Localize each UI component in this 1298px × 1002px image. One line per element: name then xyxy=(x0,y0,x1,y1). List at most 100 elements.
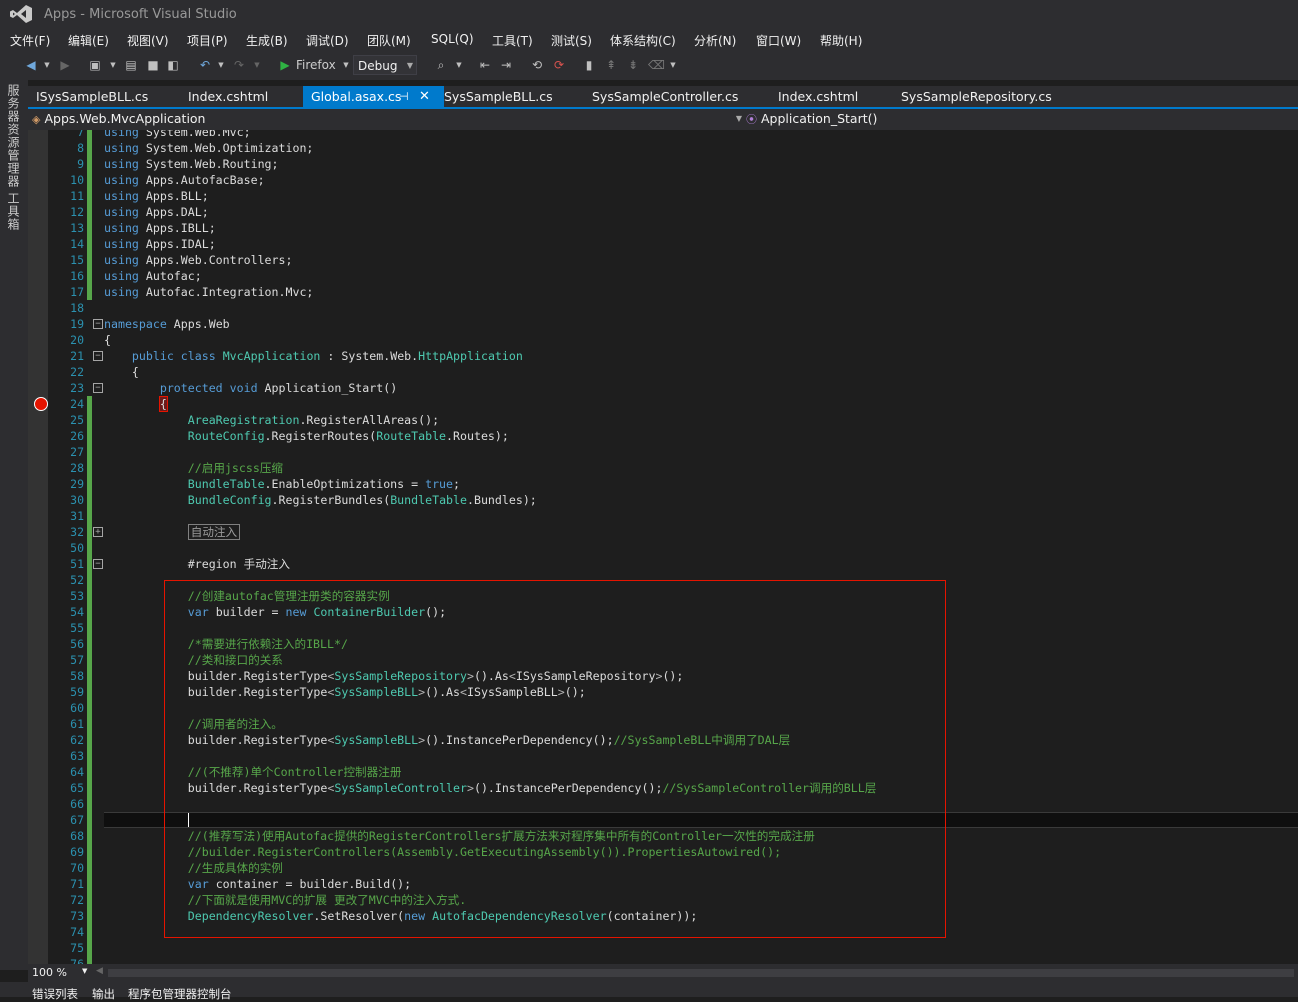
tab-error-list[interactable]: 错误列表 xyxy=(32,986,78,1002)
close-icon[interactable]: ✕ xyxy=(419,86,430,108)
collapse-region-icon[interactable]: − xyxy=(93,351,103,361)
comment-icon[interactable]: ⟲ xyxy=(530,58,544,72)
code-line[interactable]: 13 using Apps.IBLL; xyxy=(28,220,1298,236)
code-line[interactable]: 75 xyxy=(28,940,1298,956)
menu-view[interactable]: 视图(V) xyxy=(127,32,169,49)
code-editor[interactable]: 7 using System.Web.Mvc; 8 using System.Web.… xyxy=(28,130,1298,964)
toolbar-overflow-icon[interactable]: ▼ xyxy=(666,58,680,72)
tab-syssamplecontroller[interactable]: SysSampleController.cs xyxy=(584,86,762,107)
code-line[interactable]: 50 xyxy=(28,540,1298,556)
collapsed-region-label[interactable]: 自动注入 xyxy=(187,524,241,540)
tab-syssamplebll[interactable]: SysSampleBLL.cs xyxy=(436,86,574,107)
open-file-icon[interactable]: ▤ xyxy=(124,58,138,72)
tab-output[interactable]: 输出 xyxy=(92,986,115,1002)
redo-icon[interactable]: ↷ xyxy=(232,58,246,72)
tab-package-manager-console[interactable]: 程序包管理器控制台 xyxy=(128,986,232,1002)
collapse-region-icon[interactable]: − xyxy=(93,383,103,393)
scroll-left-icon[interactable]: ◀ xyxy=(96,966,103,976)
code-line[interactable]: 19− namespace Apps.Web xyxy=(28,316,1298,332)
code-line[interactable]: 76 xyxy=(28,956,1298,964)
horizontal-scrollbar[interactable] xyxy=(108,969,1294,977)
project-scope-dropdown[interactable]: ◈ Apps.Web.MvcApplication ▼ xyxy=(32,109,742,129)
prev-bookmark-icon[interactable]: ⇞ xyxy=(604,58,618,72)
menu-architecture[interactable]: 体系结构(C) xyxy=(610,32,676,49)
code-line[interactable]: 28 //启用jscss压缩 xyxy=(28,460,1298,476)
menu-team[interactable]: 团队(M) xyxy=(367,32,411,49)
breakpoint-icon[interactable] xyxy=(34,397,48,411)
code-line[interactable]: 21− public class MvcApplication : System… xyxy=(28,348,1298,364)
menu-tools[interactable]: 工具(T) xyxy=(492,32,533,49)
menu-analyze[interactable]: 分析(N) xyxy=(694,32,736,49)
menu-help[interactable]: 帮助(H) xyxy=(820,32,862,49)
code-line[interactable]: 14 using Apps.IDAL; xyxy=(28,236,1298,252)
server-explorer-tab[interactable]: 服务器资源管理器 xyxy=(6,84,22,188)
menu-project[interactable]: 项目(P) xyxy=(187,32,228,49)
code-line[interactable]: 8 using System.Web.Optimization; xyxy=(28,140,1298,156)
find-dropdown-icon[interactable]: ▼ xyxy=(452,58,466,72)
menu-sql[interactable]: SQL(Q) xyxy=(431,32,474,46)
undo-icon[interactable]: ↶ xyxy=(198,58,212,72)
clear-bookmarks-icon[interactable]: ⌫ xyxy=(648,58,665,72)
code-line[interactable]: 12 using Apps.DAL; xyxy=(28,204,1298,220)
code-line[interactable]: 11 using Apps.BLL; xyxy=(28,188,1298,204)
expand-region-icon[interactable]: + xyxy=(93,527,103,537)
collapse-region-icon[interactable]: − xyxy=(93,559,103,569)
save-all-icon[interactable]: ◧ xyxy=(166,58,180,72)
new-project-icon[interactable]: ▣ xyxy=(88,58,102,72)
code-line[interactable]: 31 xyxy=(28,508,1298,524)
tab-isyssamplebll[interactable]: ISysSampleBLL.cs xyxy=(28,86,176,107)
menu-test[interactable]: 测试(S) xyxy=(551,32,592,49)
tab-index-cshtml-1[interactable]: Index.cshtml xyxy=(180,86,298,107)
uncomment-icon[interactable]: ⟳ xyxy=(552,58,566,72)
code-line[interactable]: 26 RouteConfig.RegisterRoutes(RouteTable… xyxy=(28,428,1298,444)
find-in-files-icon[interactable]: ⌕ xyxy=(434,58,448,72)
code-line[interactable]: 18 xyxy=(28,300,1298,316)
new-project-dropdown-icon[interactable]: ▼ xyxy=(106,58,120,72)
configuration-select[interactable]: Debug ▼ xyxy=(353,55,417,75)
menu-build[interactable]: 生成(B) xyxy=(246,32,288,49)
tab-global-asax[interactable]: Global.asax.cs ⊣ ✕ xyxy=(303,86,444,107)
code-line[interactable]: 30 BundleConfig.RegisterBundles(BundleTa… xyxy=(28,492,1298,508)
code-line[interactable]: 20 { xyxy=(28,332,1298,348)
collapse-region-icon[interactable]: − xyxy=(93,319,103,329)
zoom-select[interactable]: 100 % ▼ xyxy=(32,966,87,979)
code-line[interactable]: 32 + 自动注入 xyxy=(28,524,1298,540)
toolbox-tab[interactable]: 工具箱 xyxy=(6,192,22,231)
code-line[interactable]: 15 using Apps.Web.Controllers; xyxy=(28,252,1298,268)
pin-icon[interactable]: ⊣ xyxy=(399,86,409,108)
next-bookmark-icon[interactable]: ⇟ xyxy=(626,58,640,72)
tab-syssamplerepository[interactable]: SysSampleRepository.cs xyxy=(893,86,1071,107)
code-line[interactable]: 51− #region 手动注入 xyxy=(28,556,1298,572)
code-line[interactable]: 29 BundleTable.EnableOptimizations = tru… xyxy=(28,476,1298,492)
code-text: using System.Web.Mvc; xyxy=(104,130,251,139)
navigate-forward-icon[interactable]: ▶ xyxy=(58,58,72,72)
run-target-label[interactable]: Firefox xyxy=(296,57,336,73)
undo-dropdown-icon[interactable]: ▼ xyxy=(214,58,228,72)
navigate-back-icon[interactable]: ◀ xyxy=(24,58,38,72)
bookmark-icon[interactable]: ▮ xyxy=(582,58,596,72)
save-icon[interactable]: ■ xyxy=(146,58,160,72)
back-dropdown-icon[interactable]: ▼ xyxy=(40,58,54,72)
outdent-icon[interactable]: ⇤ xyxy=(478,58,492,72)
code-line[interactable]: 24 { xyxy=(28,396,1298,412)
run-target-dropdown-icon[interactable]: ▼ xyxy=(339,58,353,72)
indent-icon[interactable]: ⇥ xyxy=(499,58,513,72)
code-line[interactable]: 25 AreaRegistration.RegisterAllAreas(); xyxy=(28,412,1298,428)
tab-index-cshtml-2[interactable]: Index.cshtml xyxy=(770,86,888,107)
code-line[interactable]: 9 using System.Web.Routing; xyxy=(28,156,1298,172)
code-line[interactable]: 27 xyxy=(28,444,1298,460)
redo-dropdown-icon[interactable]: ▼ xyxy=(250,58,264,72)
menu-window[interactable]: 窗口(W) xyxy=(756,32,801,49)
line-number: 50 xyxy=(70,541,84,555)
code-line[interactable]: 7 using System.Web.Mvc; xyxy=(28,130,1298,140)
menu-edit[interactable]: 编辑(E) xyxy=(68,32,109,49)
member-dropdown[interactable]: ⦿ Application_Start() xyxy=(746,109,1298,129)
code-line[interactable]: 22 { xyxy=(28,364,1298,380)
code-line[interactable]: 10 using Apps.AutofacBase; xyxy=(28,172,1298,188)
menu-file[interactable]: 文件(F) xyxy=(10,32,50,49)
code-line[interactable]: 23− protected void Application_Start() xyxy=(28,380,1298,396)
menu-debug[interactable]: 调试(D) xyxy=(306,32,349,49)
code-line[interactable]: 17 using Autofac.Integration.Mvc; xyxy=(28,284,1298,300)
code-line[interactable]: 16 using Autofac; xyxy=(28,268,1298,284)
start-debug-icon[interactable]: ▶ xyxy=(278,58,292,72)
